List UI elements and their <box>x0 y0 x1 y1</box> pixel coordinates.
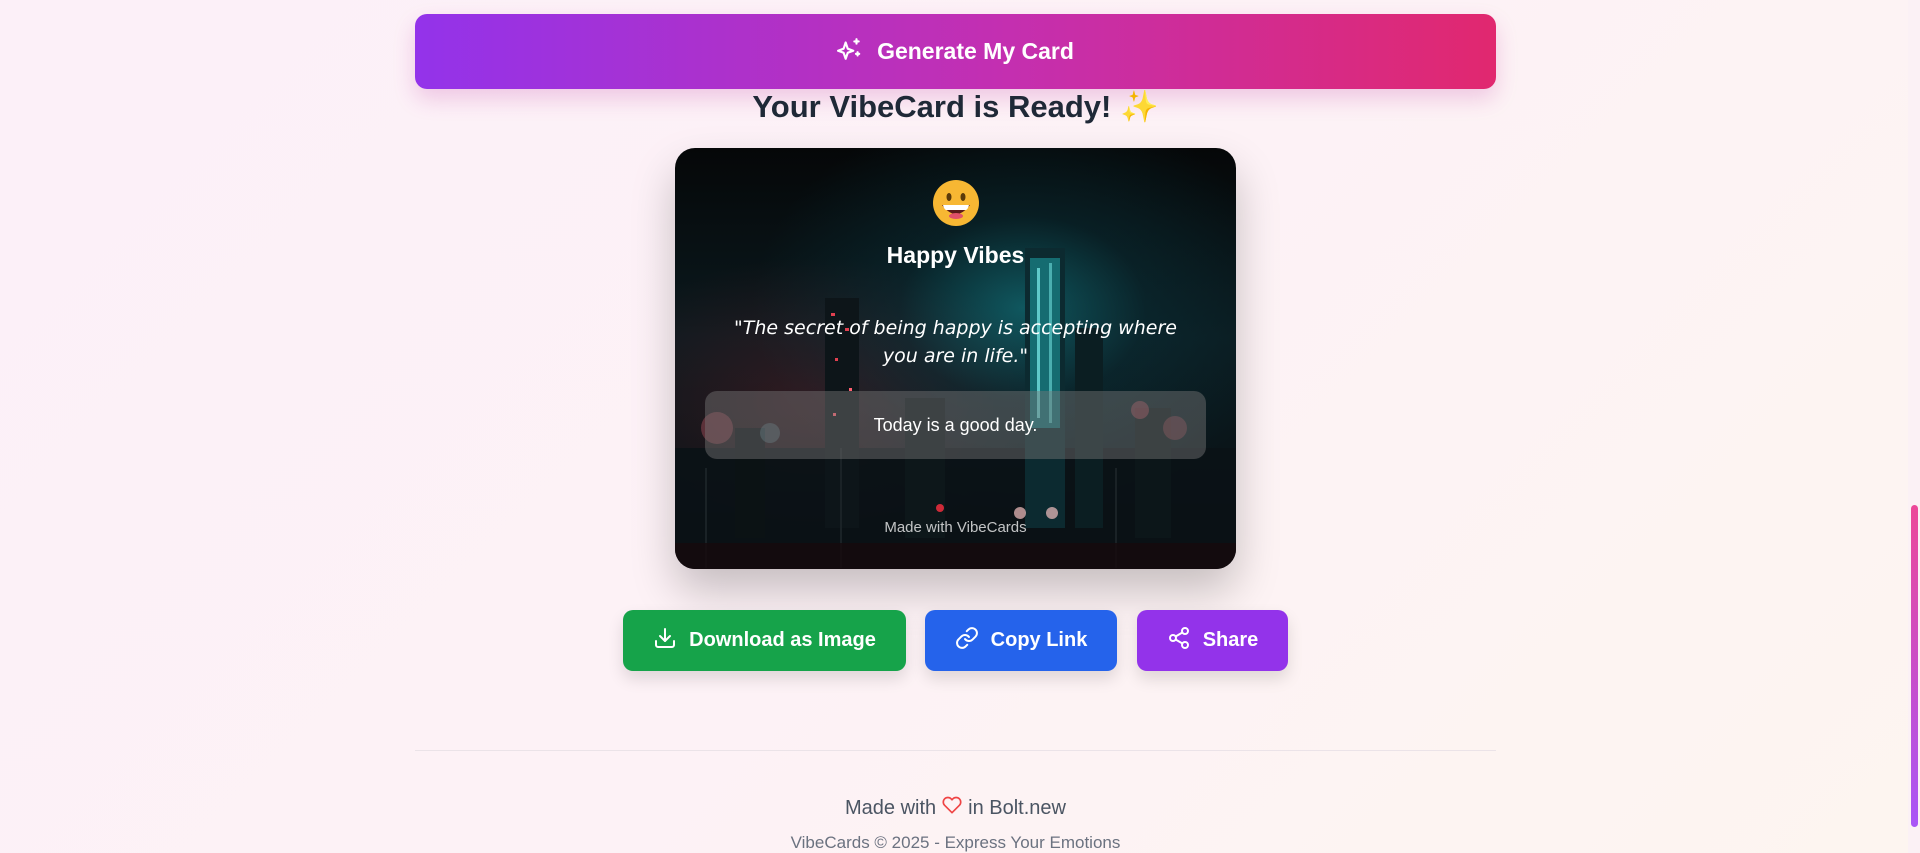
made-with-prefix: Made with <box>845 796 937 819</box>
share-label: Share <box>1202 629 1259 651</box>
download-image-label: Download as Image <box>689 629 876 651</box>
grinning-face-icon <box>932 180 979 226</box>
heart-icon <box>942 795 962 821</box>
copyright-text: VibeCards © 2025 - Express Your Emotions <box>790 833 1121 852</box>
link-icon <box>955 626 979 656</box>
generate-card-label: Generate My Card <box>877 38 1074 64</box>
generate-card-button[interactable]: Generate My Card <box>415 14 1496 89</box>
sparkles-icon <box>837 36 863 68</box>
mood-title: Happy Vibes <box>886 242 1025 268</box>
page: Generate My Card Your VibeCard is Ready!… <box>0 0 1908 853</box>
scrollbar-thumb[interactable] <box>1911 505 1918 827</box>
share-button[interactable]: Share <box>1137 610 1288 671</box>
share-icon <box>1167 626 1191 656</box>
download-image-button[interactable]: Download as Image <box>623 610 906 671</box>
personal-message: Today is a good day. <box>705 391 1206 459</box>
copy-link-label: Copy Link <box>990 629 1088 651</box>
page-scrollbar[interactable] <box>1908 0 1920 853</box>
download-icon <box>653 626 677 656</box>
made-with-suffix: in Bolt.new <box>968 796 1066 819</box>
sparkle-emoji: ✨ <box>1119 89 1159 124</box>
result-title-text: Your VibeCard is Ready! <box>752 89 1112 124</box>
card-watermark: Made with VibeCards <box>884 519 1027 536</box>
copy-link-button[interactable]: Copy Link <box>925 610 1117 671</box>
result-title: Your VibeCard is Ready! ✨ <box>415 88 1496 125</box>
mood-emoji <box>675 178 1236 233</box>
mood-quote: "The secret of being happy is accepting … <box>734 317 1177 367</box>
footer-divider <box>415 750 1496 751</box>
vibe-card: Happy Vibes "The secret of being happy i… <box>675 148 1236 569</box>
made-with-line: Made with in Bolt.new <box>415 795 1496 821</box>
